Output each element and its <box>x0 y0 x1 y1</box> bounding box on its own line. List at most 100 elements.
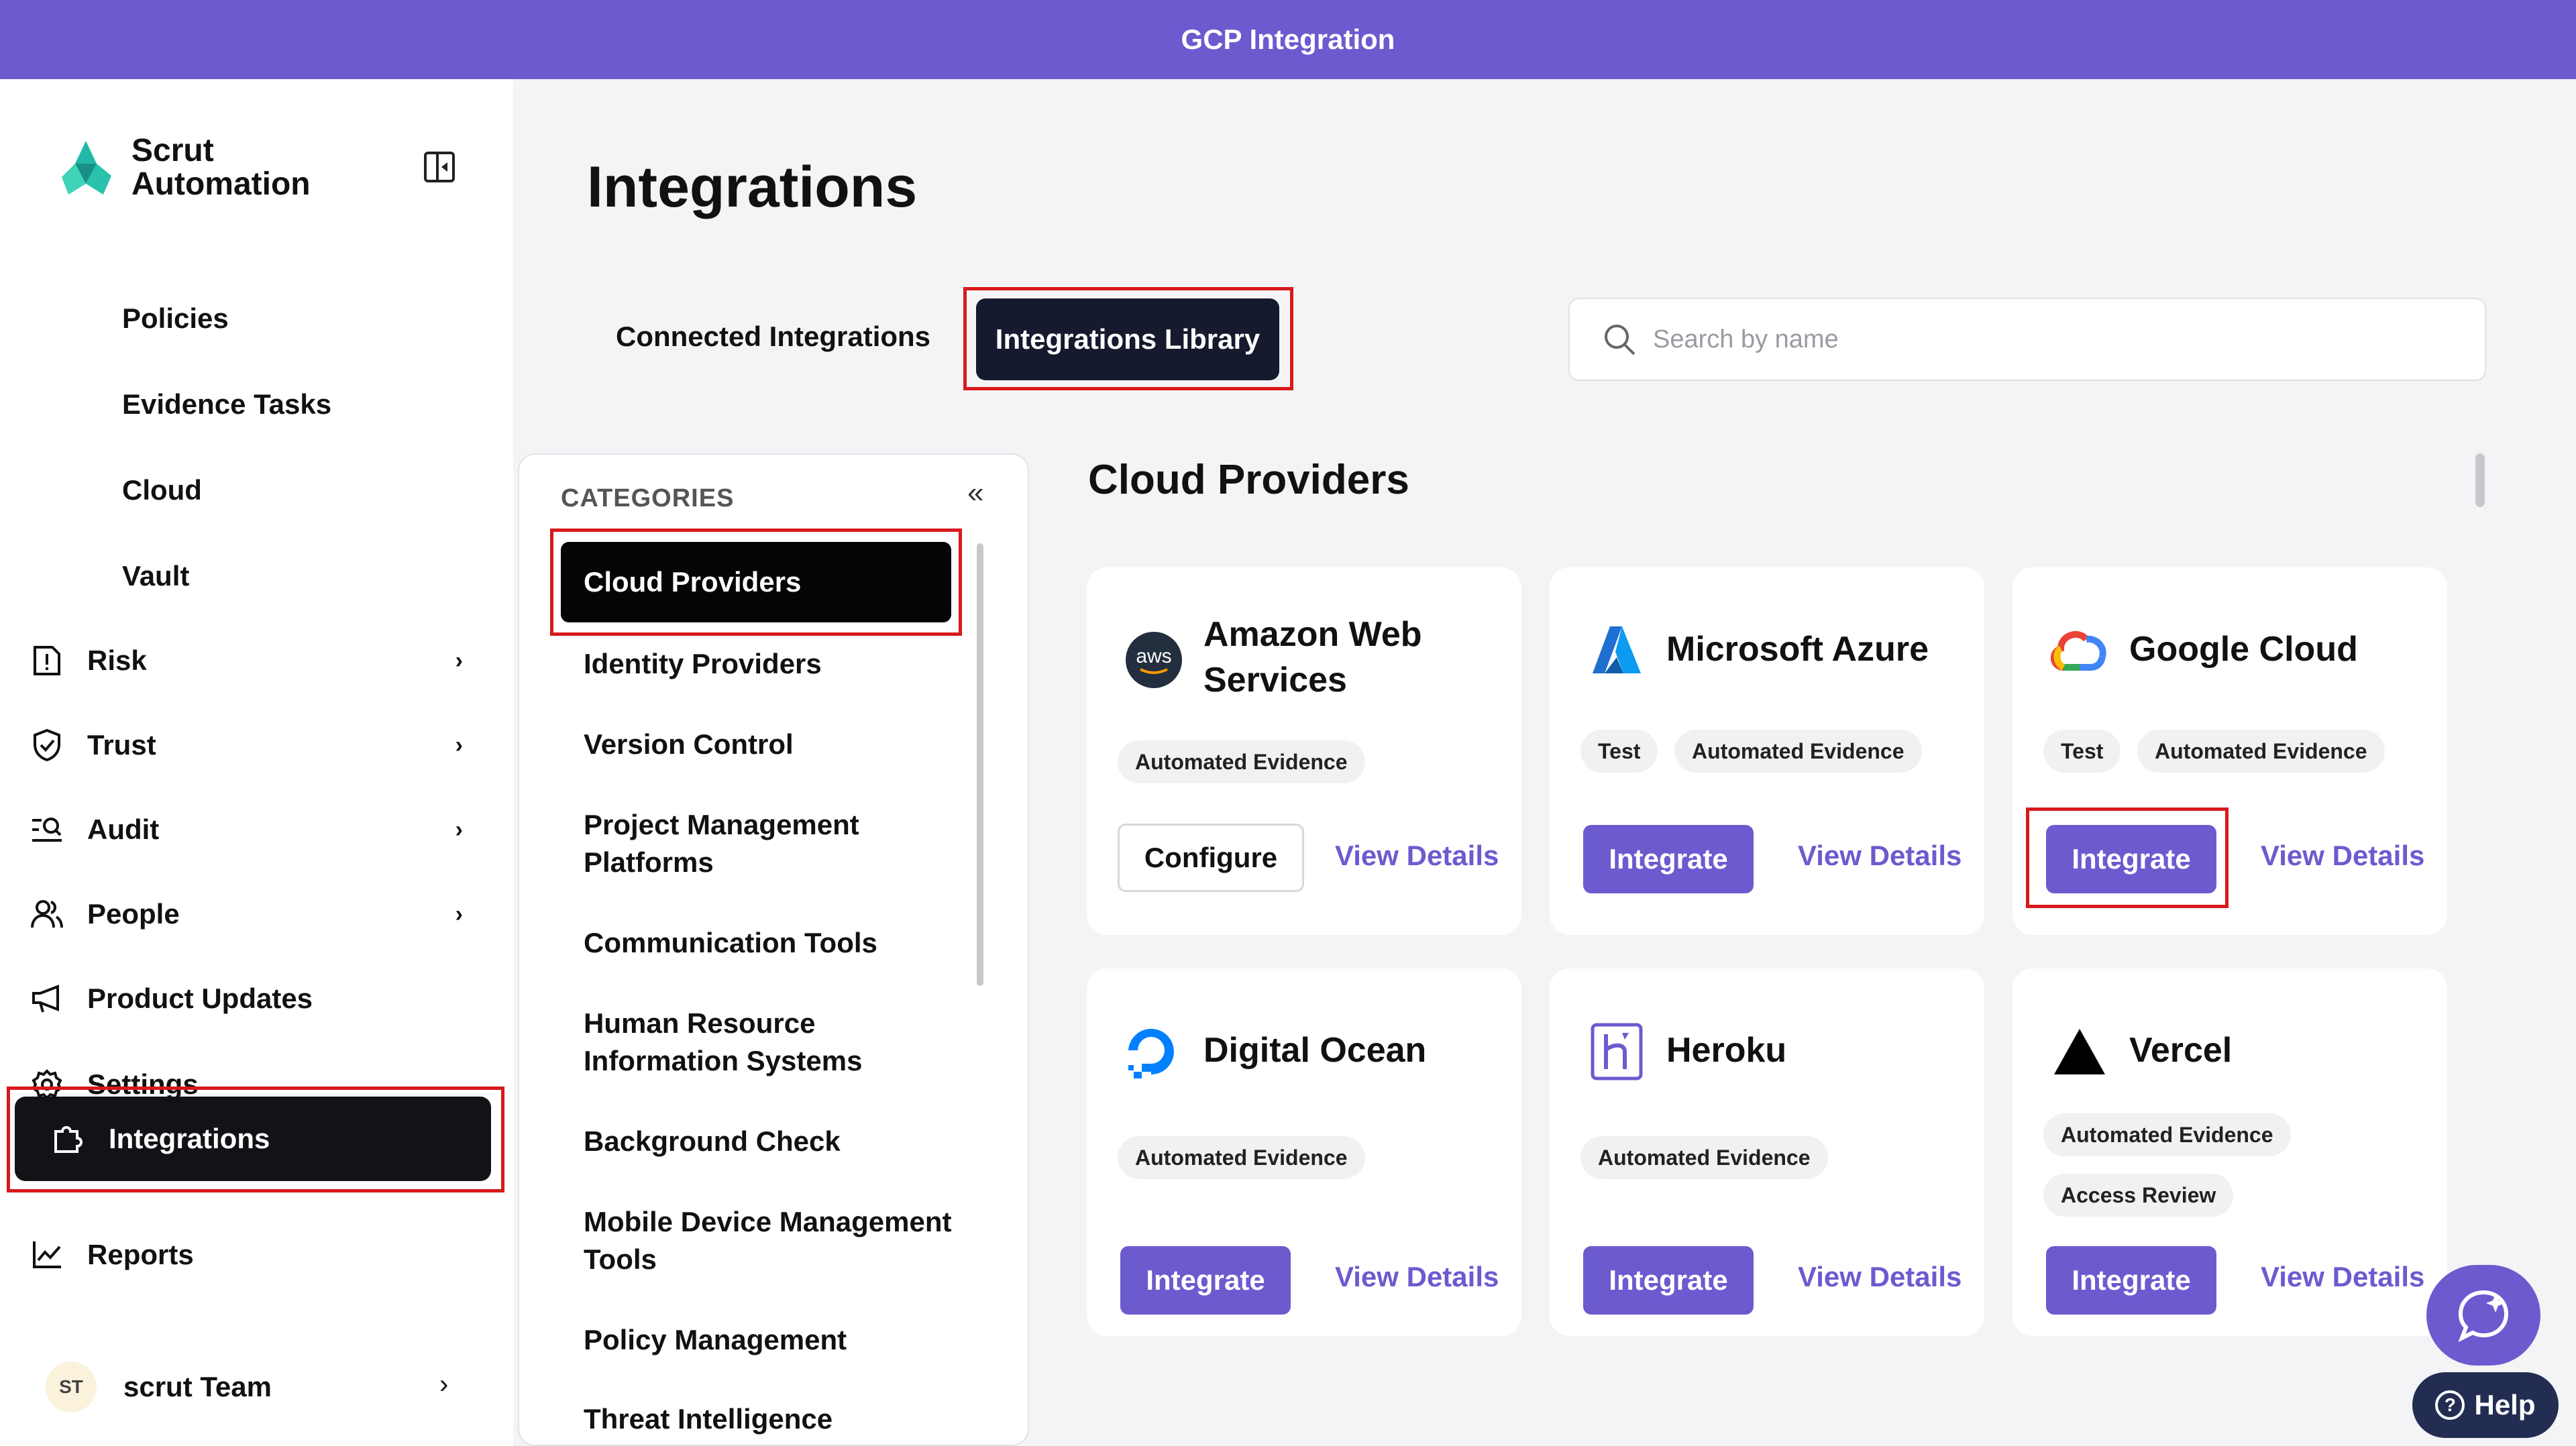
sidebar-item-vault[interactable]: Vault <box>27 546 490 606</box>
shield-check-icon <box>27 725 67 765</box>
sidebar-item-label: Integrations <box>109 1123 270 1154</box>
search-icon <box>1605 325 1635 355</box>
puzzle-icon <box>48 1119 89 1159</box>
integrate-button[interactable]: Integrate <box>2046 1246 2216 1315</box>
sidebar-item-cloud[interactable]: Cloud <box>27 460 490 520</box>
view-details-link[interactable]: View Details <box>1335 840 1499 872</box>
integrate-button[interactable]: Integrate <box>1583 825 1754 893</box>
category-project-management[interactable]: Project Management Platforms <box>584 806 959 881</box>
search-input[interactable] <box>1653 325 2391 354</box>
megaphone-icon <box>27 979 67 1019</box>
team-name: scrut Team <box>123 1371 272 1402</box>
integrate-button[interactable]: Integrate <box>1583 1246 1754 1315</box>
sidebar-item-people[interactable]: People › <box>27 884 490 944</box>
card-title: Heroku <box>1666 1031 1787 1070</box>
category-cloud-providers[interactable]: Cloud Providers <box>561 542 951 622</box>
view-details-link[interactable]: View Details <box>1335 1261 1499 1293</box>
view-details-link[interactable]: View Details <box>2261 1261 2424 1293</box>
tag-access-review: Access Review <box>2043 1174 2234 1217</box>
sidebar-item-evidence-tasks[interactable]: Evidence Tasks <box>27 374 490 435</box>
category-mdm-tools[interactable]: Mobile Device Management Tools <box>584 1203 959 1278</box>
tab-connected-integrations[interactable]: Connected Integrations <box>616 321 930 353</box>
chevron-right-icon: › <box>455 732 463 758</box>
team-switcher[interactable]: ST scrut Team <box>46 1361 272 1412</box>
view-details-link[interactable]: View Details <box>1798 1261 1962 1293</box>
sidebar-item-policies[interactable]: Policies <box>27 288 490 349</box>
sidebar-item-product-updates[interactable]: Product Updates <box>27 968 490 1029</box>
card-title: Amazon Web Services <box>1203 615 1422 700</box>
sidebar-item-label: Reports <box>87 1239 194 1270</box>
google-cloud-logo-icon <box>2049 618 2110 680</box>
chevron-right-icon[interactable]: › <box>439 1370 448 1400</box>
sidebar: Scrut Automation Policies Evidence Tasks… <box>0 79 513 1446</box>
category-hris[interactable]: Human Resource Information Systems <box>584 1005 959 1080</box>
chat-assistant-button[interactable] <box>2426 1265 2540 1366</box>
card-title: Vercel <box>2129 1031 2233 1070</box>
tag-automated-evidence: Automated Evidence <box>1118 740 1365 783</box>
integration-card-google-cloud: Google Cloud Test Automated Evidence Int… <box>2012 567 2447 935</box>
azure-logo-icon <box>1586 618 1648 680</box>
category-identity-providers[interactable]: Identity Providers <box>584 645 959 683</box>
sidebar-item-label: Risk <box>87 645 147 676</box>
aws-logo-text: aws <box>1136 645 1171 667</box>
category-version-control[interactable]: Version Control <box>584 726 959 763</box>
digital-ocean-logo-icon <box>1123 1021 1185 1082</box>
tag-automated-evidence: Automated Evidence <box>2137 730 2385 773</box>
category-background-check[interactable]: Background Check <box>584 1123 959 1160</box>
chevron-right-icon: › <box>455 901 463 927</box>
chevron-right-icon: › <box>455 647 463 673</box>
brand-name-line1: Scrut <box>131 133 214 168</box>
tag-test: Test <box>1580 730 1658 773</box>
integration-card-azure: Microsoft Azure Test Automated Evidence … <box>1550 567 1984 935</box>
integrate-button[interactable]: Integrate <box>1120 1246 1291 1315</box>
sidebar-item-label: Vault <box>122 560 190 592</box>
categories-scrollbar[interactable] <box>977 543 983 986</box>
category-policy-management[interactable]: Policy Management <box>584 1321 959 1359</box>
sidebar-item-trust[interactable]: Trust › <box>27 715 490 775</box>
integration-card-heroku: Heroku Automated Evidence Integrate View… <box>1550 968 1984 1336</box>
risk-icon <box>27 641 67 681</box>
window-title-bar: GCP Integration <box>0 0 2576 79</box>
sidebar-item-reports[interactable]: Reports <box>27 1225 490 1285</box>
scrut-logo-icon <box>62 141 111 194</box>
tag-automated-evidence: Automated Evidence <box>1674 730 1922 773</box>
help-icon: ? <box>2435 1390 2465 1420</box>
sidebar-item-label: Audit <box>87 814 160 845</box>
audit-icon <box>27 810 67 850</box>
chevron-right-icon: › <box>455 816 463 842</box>
card-title: Digital Ocean <box>1203 1031 1427 1070</box>
sidebar-item-label: Cloud <box>122 474 202 506</box>
tab-integrations-library[interactable]: Integrations Library <box>976 298 1279 380</box>
main-scrollbar[interactable] <box>2475 453 2485 507</box>
sidebar-item-label: Product Updates <box>87 983 313 1014</box>
sidebar-item-risk[interactable]: Risk › <box>27 630 490 691</box>
page-title: Integrations <box>587 155 918 219</box>
people-icon <box>27 894 67 934</box>
collapse-categories-icon[interactable]: « <box>967 476 983 510</box>
avatar: ST <box>46 1361 97 1412</box>
help-label: Help <box>2474 1389 2536 1421</box>
view-details-link[interactable]: View Details <box>2261 840 2424 872</box>
categories-heading: CATEGORIES <box>561 484 735 512</box>
card-title: Microsoft Azure <box>1666 630 1929 669</box>
brand-name: Scrut Automation <box>131 134 311 201</box>
sidebar-item-integrations[interactable]: Integrations <box>15 1097 491 1181</box>
sidebar-item-label: Policies <box>122 302 229 334</box>
help-button[interactable]: ? Help <box>2412 1372 2559 1438</box>
heroku-logo-icon <box>1586 1021 1648 1082</box>
sidebar-item-label: Trust <box>87 729 156 761</box>
view-details-link[interactable]: View Details <box>1798 840 1962 872</box>
category-communication-tools[interactable]: Communication Tools <box>584 924 959 962</box>
configure-button[interactable]: Configure <box>1118 824 1304 892</box>
chat-sparkle-icon <box>2458 1290 2509 1343</box>
collapse-sidebar-icon[interactable] <box>424 152 455 182</box>
brand-logo[interactable]: Scrut Automation <box>55 134 311 201</box>
tag-automated-evidence: Automated Evidence <box>1580 1136 1828 1179</box>
integration-card-digital-ocean: Digital Ocean Automated Evidence Integra… <box>1087 968 1521 1336</box>
chart-icon <box>27 1235 67 1275</box>
category-threat-intelligence[interactable]: Threat Intelligence <box>584 1400 959 1438</box>
tag-automated-evidence: Automated Evidence <box>1118 1136 1365 1179</box>
search-box[interactable] <box>1568 298 2486 381</box>
sidebar-item-audit[interactable]: Audit › <box>27 799 490 860</box>
integrate-button[interactable]: Integrate <box>2046 825 2216 893</box>
